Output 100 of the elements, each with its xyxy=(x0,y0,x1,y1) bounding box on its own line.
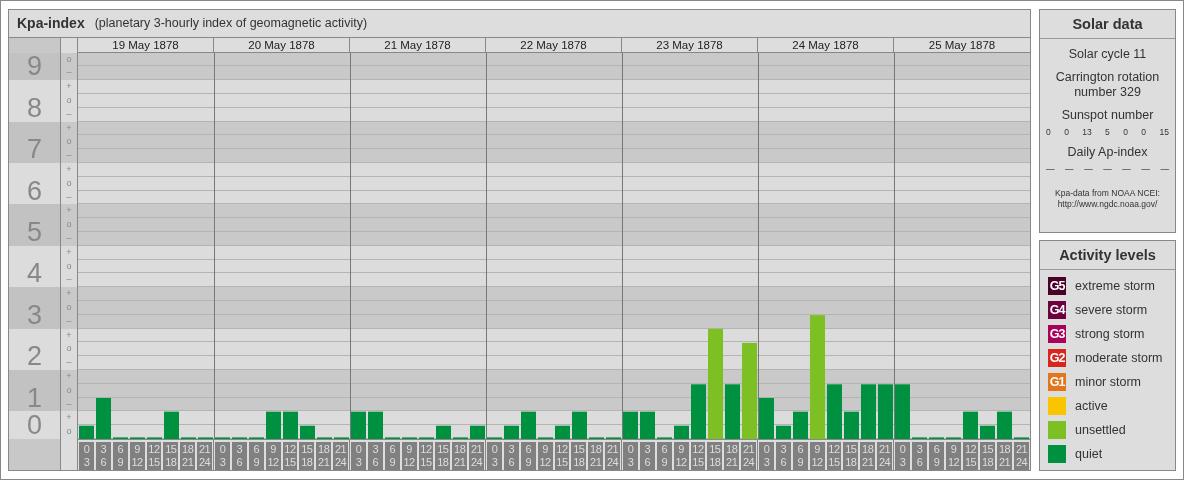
kp-sub-level-label: o xyxy=(65,425,73,439)
time-slot-label: 9 12 xyxy=(537,442,553,470)
kp-sub-level-label: – xyxy=(65,273,73,287)
level-color-swatch: G1 xyxy=(1048,373,1066,391)
kp-sub-level-label: – xyxy=(65,232,73,246)
chart-title: Kpa-index xyxy=(17,15,85,32)
kp-sub-level-label: – xyxy=(65,107,73,121)
time-slot-label: 3 6 xyxy=(775,442,791,470)
kp-sub-level-label: o xyxy=(65,94,73,108)
y-tick-label: 2 xyxy=(26,341,43,372)
sunspot-value: 15 xyxy=(1159,127,1169,137)
time-slot-label: 15 18 xyxy=(435,442,451,470)
time-slot-label: 18 21 xyxy=(316,442,332,470)
chart-subtitle: (planetary 3-hourly index of geomagnetic activity) xyxy=(94,16,368,31)
time-slot-label: 9 12 xyxy=(129,442,145,470)
sunspot-value: 5 xyxy=(1105,127,1110,137)
y-tick-label: 8 xyxy=(26,92,43,123)
panel-title: Activity levels xyxy=(1040,241,1175,270)
time-slot-label: 21 24 xyxy=(333,442,348,470)
time-slot-label: 18 21 xyxy=(588,442,604,470)
time-slot-label: 15 18 xyxy=(707,442,723,470)
ap-index-value: — xyxy=(1065,164,1074,174)
sunspot-value: 0 xyxy=(1064,127,1069,137)
level-color-swatch: G4 xyxy=(1048,301,1066,319)
time-slot-label: 3 6 xyxy=(367,442,383,470)
time-slot-label: 6 9 xyxy=(929,442,944,470)
time-slot-label: 15 18 xyxy=(843,442,859,470)
time-slot-label: 0 3 xyxy=(215,442,230,470)
kp-sub-level-label: o xyxy=(65,259,73,273)
time-slot-label: 9 12 xyxy=(946,442,961,470)
data-source-note: Kpa-data from NOAA NCEI: http://www.ngdc.noaa.gov/ xyxy=(1054,188,1161,210)
time-slot-label: 21 24 xyxy=(741,442,756,470)
time-slot-label: 12 15 xyxy=(554,442,570,470)
time-slot-label: 12 15 xyxy=(690,442,706,470)
time-slot-label: 3 6 xyxy=(503,442,519,470)
time-slot-label: 15 18 xyxy=(980,442,995,470)
level-label: strong storm xyxy=(1075,327,1145,341)
time-slot-label: 6 9 xyxy=(384,442,400,470)
time-slot-label: 12 15 xyxy=(282,442,298,470)
time-slot-label: 0 3 xyxy=(623,442,638,470)
time-slot-label: 0 3 xyxy=(351,442,366,470)
time-slot-label: 0 3 xyxy=(79,442,94,470)
time-slot-label: 3 6 xyxy=(95,442,111,470)
level-color-swatch: G3 xyxy=(1048,325,1066,343)
time-slot-label: 15 18 xyxy=(163,442,179,470)
ap-index-value: — xyxy=(1122,164,1131,174)
ap-index-value: — xyxy=(1160,164,1169,174)
kp-sub-level-label: + xyxy=(65,121,73,135)
kp-sub-level-label: + xyxy=(65,370,73,383)
time-slot-label: 9 12 xyxy=(401,442,417,470)
sunspot-value: 13 xyxy=(1082,127,1092,137)
kp-sub-level-label: – xyxy=(65,397,73,411)
level-label: extreme storm xyxy=(1075,279,1155,293)
level-label: severe storm xyxy=(1075,303,1148,317)
y-tick-label: 9 xyxy=(26,51,43,82)
kp-sub-level-label: + xyxy=(65,80,73,94)
time-slot-label: 6 9 xyxy=(248,442,264,470)
panel-title: Solar data xyxy=(1040,10,1175,39)
time-slot-label: 18 21 xyxy=(860,442,876,470)
level-label: minor storm xyxy=(1075,375,1141,389)
level-label: unsettled xyxy=(1075,423,1126,437)
y-tick-label: 6 xyxy=(26,175,43,206)
time-slot-label: 3 6 xyxy=(912,442,927,470)
time-slot-label: 3 6 xyxy=(639,442,655,470)
time-slot-label: 12 15 xyxy=(963,442,978,470)
time-slot-label: 6 9 xyxy=(520,442,536,470)
ap-index-value: — xyxy=(1141,164,1150,174)
time-slot-label: 21 24 xyxy=(197,442,212,470)
kp-sub-level-label: – xyxy=(65,314,73,328)
time-slot-label: 15 18 xyxy=(299,442,315,470)
level-color-swatch: G5 xyxy=(1048,277,1066,295)
time-slot-label: 21 24 xyxy=(1014,442,1029,470)
time-slot-label: 3 6 xyxy=(231,442,247,470)
y-tick-label: 3 xyxy=(26,299,43,330)
kp-sub-level-label: o xyxy=(65,342,73,356)
kp-sub-level-label: + xyxy=(65,163,73,177)
date-label: 19 May 1878 xyxy=(78,37,214,52)
time-slot-label: 12 15 xyxy=(418,442,434,470)
level-label: moderate storm xyxy=(1075,351,1163,365)
time-slot-label: 9 12 xyxy=(673,442,689,470)
date-label: 25 May 1878 xyxy=(927,37,997,52)
kp-sub-level-label: – xyxy=(65,356,73,370)
sunspot-value: 0 xyxy=(1046,127,1051,137)
kp-sub-level-label: + xyxy=(65,411,73,425)
kp-sub-level-label: + xyxy=(65,287,73,301)
time-slot-label: 9 12 xyxy=(809,442,825,470)
kp-sub-level-label: – xyxy=(65,190,73,204)
y-tick-label: 4 xyxy=(26,258,43,289)
date-label: 24 May 1878 xyxy=(758,37,894,52)
time-slot-label: 15 18 xyxy=(571,442,587,470)
sunspot-value: 0 xyxy=(1141,127,1147,137)
y-tick-label: 5 xyxy=(26,217,43,247)
ap-index-value: — xyxy=(1084,164,1093,174)
time-slot-label: 6 9 xyxy=(112,442,128,470)
date-label: 21 May 1878 xyxy=(350,37,486,52)
kp-sub-level-label: – xyxy=(65,149,73,163)
kp-sub-level-label: o xyxy=(65,176,73,190)
time-slot-label: 6 9 xyxy=(656,442,672,470)
ap-index-value: — xyxy=(1046,164,1055,174)
date-label: 22 May 1878 xyxy=(486,37,622,52)
